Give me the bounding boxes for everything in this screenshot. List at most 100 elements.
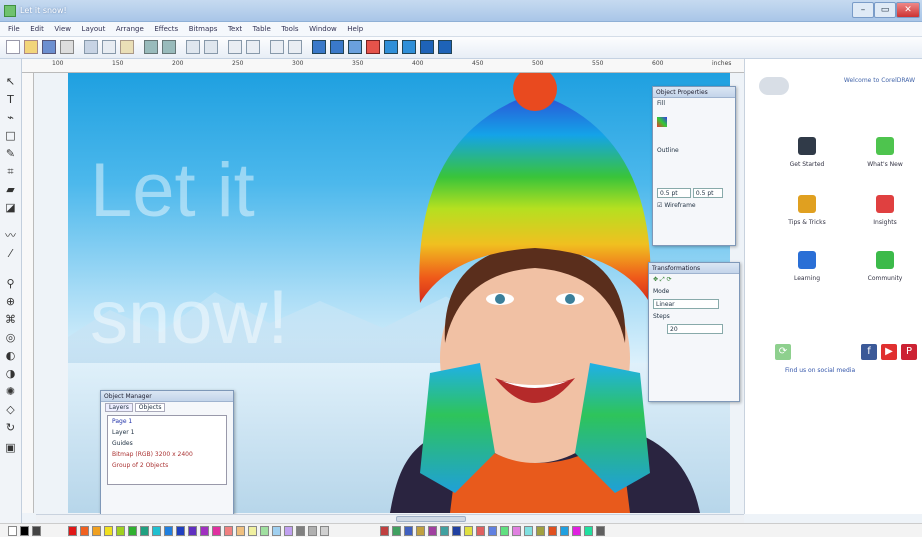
color-wheel-icon[interactable] <box>657 117 667 127</box>
tile-community[interactable]: Community <box>863 251 907 282</box>
menu-bitmaps[interactable]: Bitmaps <box>189 22 218 37</box>
swatch[interactable] <box>224 526 233 536</box>
menu-text[interactable]: Text <box>228 22 242 37</box>
guides-icon[interactable] <box>330 40 344 54</box>
swatch[interactable] <box>476 526 485 536</box>
print-icon[interactable] <box>60 40 74 54</box>
tile-tips[interactable]: Tips & Tricks <box>785 195 829 226</box>
swatch[interactable] <box>140 526 149 536</box>
menu-help[interactable]: Help <box>347 22 363 37</box>
swatch[interactable] <box>452 526 461 536</box>
grid-icon[interactable] <box>312 40 326 54</box>
save-icon[interactable] <box>42 40 56 54</box>
height-input[interactable]: 0.5 pt <box>692 188 723 198</box>
swatch[interactable] <box>464 526 473 536</box>
distort-tool-icon[interactable]: ✺ <box>4 385 17 398</box>
copy-icon[interactable] <box>102 40 116 54</box>
share-icon[interactable] <box>438 40 452 54</box>
horizontal-scrollbar[interactable] <box>36 514 744 523</box>
shadow-tool-icon[interactable]: ◐ <box>4 349 17 362</box>
tile-insights[interactable]: Insights <box>863 195 907 226</box>
tree-row[interactable]: Bitmap (RGB) 3200 x 2400 <box>108 449 226 460</box>
maximize-button[interactable]: ▭ <box>874 2 896 18</box>
swatch[interactable] <box>248 526 257 536</box>
freehand-tool-icon[interactable]: 〰 <box>4 229 17 242</box>
new-icon[interactable] <box>6 40 20 54</box>
export-icon[interactable] <box>204 40 218 54</box>
social-footer-link[interactable]: Find us on social media <box>785 367 905 374</box>
facebook-icon[interactable]: f <box>861 344 877 360</box>
menu-file[interactable]: File <box>8 22 20 37</box>
swatch[interactable] <box>572 526 581 536</box>
swatch[interactable] <box>524 526 533 536</box>
swatch[interactable] <box>152 526 161 536</box>
swatch[interactable] <box>380 526 389 536</box>
swatch[interactable] <box>548 526 557 536</box>
swatch[interactable] <box>92 526 101 536</box>
swatch[interactable] <box>512 526 521 536</box>
swatch[interactable] <box>392 526 401 536</box>
swatch[interactable] <box>68 526 77 536</box>
interactive-fill-icon[interactable]: ▣ <box>4 441 17 454</box>
menu-arrange[interactable]: Arrange <box>116 22 144 37</box>
share-icon[interactable]: ⟳ <box>775 344 791 360</box>
menu-edit[interactable]: Edit <box>30 22 44 37</box>
smudge-tool-icon[interactable]: ↻ <box>4 421 17 434</box>
pen-tool-icon[interactable]: ✎ <box>4 147 17 160</box>
swatch[interactable] <box>104 526 113 536</box>
swatch[interactable] <box>20 526 29 536</box>
swatch[interactable] <box>284 526 293 536</box>
headline-line-2[interactable]: snow! <box>90 278 289 358</box>
eyedropper-tool-icon[interactable]: ⁄ <box>4 247 17 260</box>
swatch[interactable] <box>416 526 425 536</box>
menu-tools[interactable]: Tools <box>281 22 298 37</box>
swatch[interactable] <box>488 526 497 536</box>
pinterest-icon[interactable]: P <box>901 344 917 360</box>
swatch[interactable] <box>236 526 245 536</box>
corel-connect-icon[interactable] <box>402 40 416 54</box>
minimize-button[interactable]: – <box>852 2 874 18</box>
swatch[interactable] <box>200 526 209 536</box>
tree-row[interactable]: Group of 2 Objects <box>108 460 226 471</box>
swatch[interactable] <box>404 526 413 536</box>
transform-icons[interactable]: ✥ ⤢ ⟳ <box>649 274 739 286</box>
publish-icon[interactable] <box>420 40 434 54</box>
swatch-none[interactable] <box>8 526 17 536</box>
zoom-in-icon[interactable] <box>228 40 242 54</box>
tree-row[interactable]: Page 1 <box>108 416 226 427</box>
menu-window[interactable]: Window <box>309 22 337 37</box>
envelope-tool-icon[interactable]: ◇ <box>4 403 17 416</box>
swatch[interactable] <box>176 526 185 536</box>
docker-title[interactable]: Transformations <box>649 263 739 274</box>
import-icon[interactable] <box>186 40 200 54</box>
welcome-link[interactable]: Welcome to CorelDRAW <box>805 77 915 84</box>
docker-title[interactable]: Object Properties <box>653 87 735 98</box>
swatch[interactable] <box>500 526 509 536</box>
swatch[interactable] <box>116 526 125 536</box>
swatch[interactable] <box>584 526 593 536</box>
open-icon[interactable] <box>24 40 38 54</box>
shape-tool-icon[interactable]: ⌁ <box>4 111 17 124</box>
redo-icon[interactable] <box>162 40 176 54</box>
menu-table[interactable]: Table <box>253 22 271 37</box>
menu-effects[interactable]: Effects <box>154 22 178 37</box>
welcome-icon[interactable] <box>384 40 398 54</box>
zoom-tool-icon[interactable]: ⚲ <box>4 277 17 290</box>
tree-row[interactable]: Guides <box>108 438 226 449</box>
tile-whats-new[interactable]: What's New <box>863 137 907 168</box>
swatch[interactable] <box>440 526 449 536</box>
swatch[interactable] <box>32 526 41 536</box>
swatch[interactable] <box>128 526 137 536</box>
close-button[interactable]: ✕ <box>896 2 920 18</box>
tab-layers[interactable]: Layers <box>105 403 133 412</box>
blend-tool-icon[interactable]: ⌘ <box>4 313 17 326</box>
headline-line-1[interactable]: Let it <box>90 151 255 231</box>
swatch[interactable] <box>272 526 281 536</box>
text-tool-icon[interactable]: T <box>4 93 17 106</box>
swatch[interactable] <box>320 526 329 536</box>
rectangle-tool-icon[interactable]: □ <box>4 129 17 142</box>
swatch[interactable] <box>212 526 221 536</box>
menu-layout[interactable]: Layout <box>82 22 106 37</box>
options-icon[interactable] <box>348 40 362 54</box>
cut-icon[interactable] <box>84 40 98 54</box>
